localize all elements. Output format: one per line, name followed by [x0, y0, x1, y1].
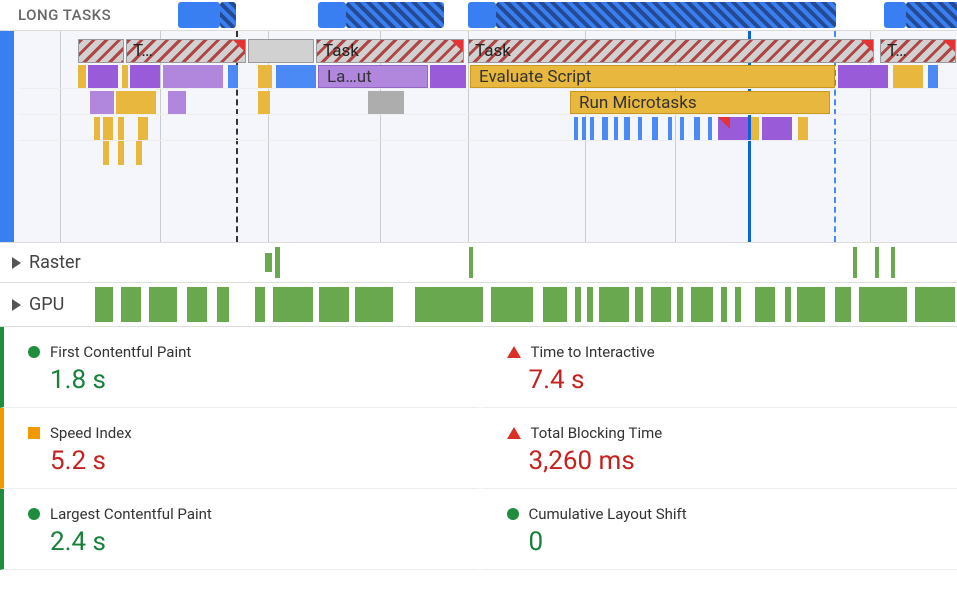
run-microtasks-block[interactable]: Run Microtasks: [570, 91, 830, 114]
task-label: Task: [475, 41, 511, 61]
task-block[interactable]: Task: [468, 39, 874, 63]
gpu-track-row[interactable]: GPU: [0, 282, 957, 326]
status-dot-icon: [28, 508, 40, 520]
long-tasks-strip[interactable]: [178, 2, 957, 28]
flame-detail: La…ut Evaluate Script Run Microtasks: [18, 65, 957, 242]
raster-label: Raster: [29, 252, 81, 273]
evaluate-script-label: Evaluate Script: [479, 67, 591, 87]
expand-icon[interactable]: [12, 299, 21, 311]
gpu-strip[interactable]: [95, 287, 957, 322]
warning-flag-icon: [718, 117, 730, 129]
metric-value: 5.2 s: [50, 446, 459, 476]
long-tasks-label: LONG TASKS: [18, 6, 178, 24]
metric-value: 0: [529, 527, 938, 557]
task-block[interactable]: Task: [316, 39, 464, 63]
metric-cls[interactable]: Cumulative Layout Shift 0: [479, 489, 957, 570]
task-label: T…: [887, 41, 907, 61]
metric-value: 1.8 s: [50, 365, 459, 395]
status-triangle-icon: [507, 427, 521, 439]
status-dot-icon: [28, 346, 40, 358]
expand-icon[interactable]: [12, 257, 21, 269]
status-triangle-icon: [507, 346, 521, 358]
task-label: T…: [133, 41, 153, 61]
metric-value: 3,260 ms: [529, 446, 938, 476]
metric-label: Total Blocking Time: [531, 424, 663, 442]
metric-label: Time to Interactive: [531, 343, 655, 361]
raster-track-row[interactable]: Raster: [0, 242, 957, 282]
warning-flag-icon: [451, 40, 463, 52]
warning-flag-icon: [233, 40, 245, 52]
status-dot-icon: [507, 508, 519, 520]
metric-tbt[interactable]: Total Blocking Time 3,260 ms: [479, 408, 957, 489]
metric-lcp[interactable]: Largest Contentful Paint 2.4 s: [0, 489, 479, 570]
flame-chart[interactable]: T… Task Task T… La…ut: [0, 30, 957, 242]
evaluate-script-block[interactable]: Evaluate Script: [470, 65, 835, 88]
warning-flag-icon: [943, 40, 955, 52]
status-square-icon: [28, 427, 40, 439]
warning-flag-icon: [861, 40, 873, 52]
metric-si[interactable]: Speed Index 5.2 s: [0, 408, 479, 489]
metric-label: Speed Index: [50, 424, 132, 442]
metric-value: 7.4 s: [529, 365, 938, 395]
thread-marker: [0, 31, 14, 242]
metric-label: Cumulative Layout Shift: [529, 505, 687, 523]
gpu-label: GPU: [29, 294, 64, 315]
layout-block[interactable]: La…ut: [318, 65, 428, 88]
metric-value: 2.4 s: [50, 527, 459, 557]
metrics-grid: First Contentful Paint 1.8 s Time to Int…: [0, 326, 957, 570]
task-block[interactable]: T…: [880, 39, 956, 63]
metric-label: Largest Contentful Paint: [50, 505, 212, 523]
task-block[interactable]: [78, 39, 124, 63]
task-label: Task: [323, 41, 359, 61]
metric-label: First Contentful Paint: [50, 343, 191, 361]
long-tasks-row: LONG TASKS: [0, 0, 957, 30]
metric-tti[interactable]: Time to Interactive 7.4 s: [479, 327, 957, 408]
run-microtasks-label: Run Microtasks: [579, 93, 697, 113]
task-block[interactable]: [248, 39, 314, 63]
raster-strip[interactable]: [95, 247, 957, 278]
task-block[interactable]: T…: [126, 39, 246, 63]
metric-fcp[interactable]: First Contentful Paint 1.8 s: [0, 327, 479, 408]
layout-label: La…ut: [327, 67, 372, 87]
task-track: T… Task Task T…: [18, 39, 957, 63]
